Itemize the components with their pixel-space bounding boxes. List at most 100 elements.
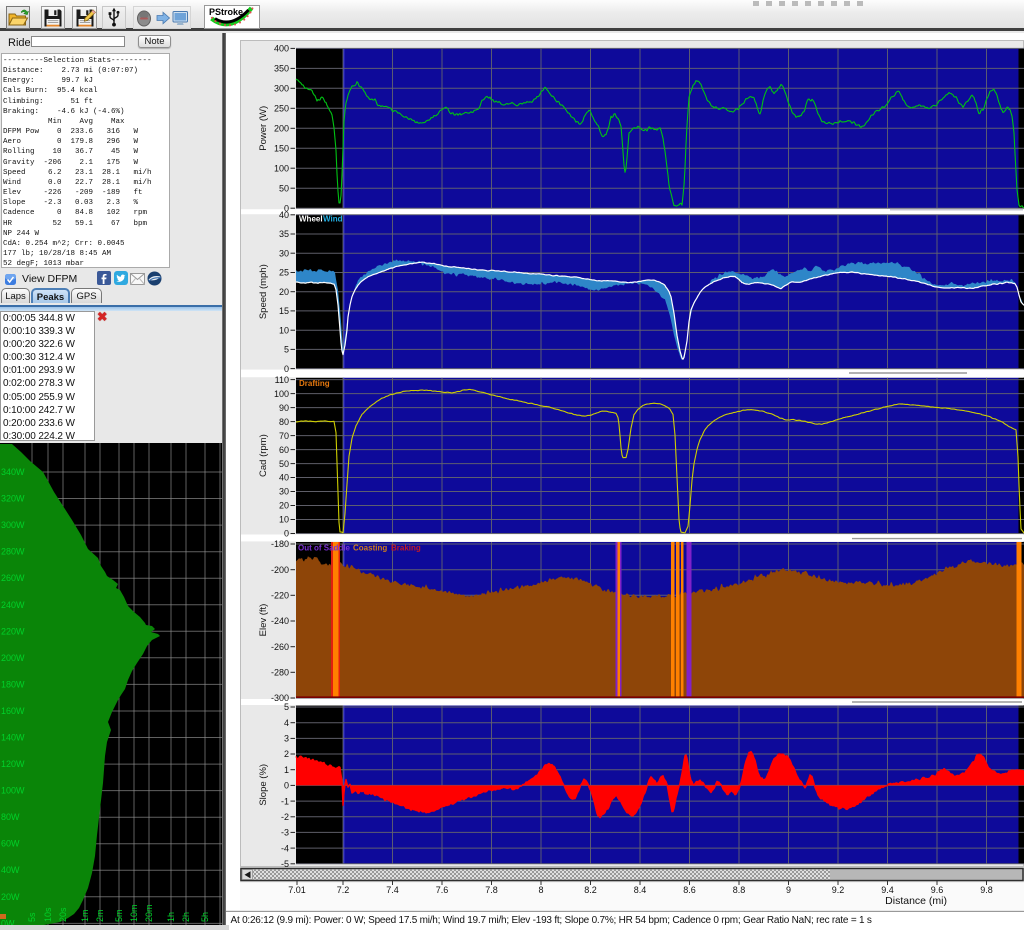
svg-text:4: 4 <box>284 718 289 728</box>
svg-text:5m: 5m <box>114 909 124 922</box>
svg-text:50: 50 <box>279 183 289 193</box>
svg-text:180W: 180W <box>1 679 25 689</box>
svg-text:-4: -4 <box>281 843 289 853</box>
svg-text:280W: 280W <box>1 547 25 557</box>
svg-text:0: 0 <box>284 364 289 374</box>
svg-text:40: 40 <box>279 210 289 220</box>
svg-text:-200: -200 <box>271 565 289 575</box>
svg-text:2h: 2h <box>181 912 191 922</box>
svg-text:0: 0 <box>284 781 289 791</box>
svg-text:-280: -280 <box>271 668 289 678</box>
svg-text:240W: 240W <box>1 600 25 610</box>
svg-text:35: 35 <box>279 229 289 239</box>
svg-text:100: 100 <box>274 389 289 399</box>
svg-text:5: 5 <box>284 345 289 355</box>
svg-text:320W: 320W <box>1 494 25 504</box>
svg-text:8.2: 8.2 <box>584 885 597 895</box>
svg-text:Speed (mph): Speed (mph) <box>258 264 269 319</box>
svg-text:20s: 20s <box>58 907 68 922</box>
svg-text:20W: 20W <box>1 892 20 902</box>
svg-text:7.6: 7.6 <box>436 885 449 895</box>
svg-text:Wheel: Wheel <box>299 215 323 224</box>
svg-text:8.6: 8.6 <box>683 885 696 895</box>
svg-text:Out of Saddle: Out of Saddle <box>298 544 351 553</box>
svg-text:80W: 80W <box>1 812 20 822</box>
svg-text:5h: 5h <box>200 912 210 922</box>
svg-text:1m: 1m <box>80 909 90 922</box>
svg-text:2m: 2m <box>95 909 105 922</box>
svg-text:Wind: Wind <box>323 215 343 224</box>
svg-text:10: 10 <box>279 515 289 525</box>
svg-text:300W: 300W <box>1 520 25 530</box>
svg-text:40: 40 <box>279 473 289 483</box>
svg-text:220W: 220W <box>1 626 25 636</box>
svg-text:2: 2 <box>284 749 289 759</box>
svg-text:-1: -1 <box>281 796 289 806</box>
svg-text:5s: 5s <box>27 912 37 922</box>
svg-text:1h: 1h <box>166 912 176 922</box>
svg-text:10: 10 <box>279 325 289 335</box>
svg-text:7.01: 7.01 <box>288 885 306 895</box>
svg-text:9.4: 9.4 <box>881 885 894 895</box>
svg-text:250: 250 <box>274 104 289 114</box>
svg-text:3: 3 <box>284 734 289 744</box>
svg-text:200: 200 <box>274 124 289 134</box>
svg-text:90: 90 <box>279 403 289 413</box>
svg-text:70: 70 <box>279 431 289 441</box>
svg-text:-3: -3 <box>281 828 289 838</box>
svg-text:Braking: Braking <box>391 544 421 553</box>
svg-text:100: 100 <box>274 163 289 173</box>
svg-text:8.8: 8.8 <box>733 885 746 895</box>
svg-text:Drafting: Drafting <box>299 379 330 388</box>
svg-text:0: 0 <box>284 529 289 539</box>
svg-text:1: 1 <box>284 765 289 775</box>
svg-text:PStroke: PStroke <box>209 7 243 17</box>
svg-text:350: 350 <box>274 64 289 74</box>
svg-text:-260: -260 <box>271 642 289 652</box>
svg-text:Slope (%): Slope (%) <box>258 764 269 806</box>
svg-text:8: 8 <box>538 885 543 895</box>
svg-text:120W: 120W <box>1 759 25 769</box>
svg-text:140W: 140W <box>1 733 25 743</box>
svg-text:9: 9 <box>786 885 791 895</box>
svg-text:15: 15 <box>279 306 289 316</box>
svg-text:-5: -5 <box>281 859 289 869</box>
svg-text:200W: 200W <box>1 653 25 663</box>
svg-text:160W: 160W <box>1 706 25 716</box>
svg-text:60W: 60W <box>1 839 20 849</box>
svg-text:Power (W): Power (W) <box>258 106 269 151</box>
svg-text:7.8: 7.8 <box>485 885 498 895</box>
svg-text:Coasting: Coasting <box>353 544 387 553</box>
svg-text:340W: 340W <box>1 467 25 477</box>
svg-text:20m: 20m <box>144 904 154 922</box>
svg-text:10m: 10m <box>129 904 139 922</box>
svg-text:30: 30 <box>279 248 289 258</box>
svg-text:7.2: 7.2 <box>337 885 350 895</box>
svg-text:Distance (mi): Distance (mi) <box>885 895 947 907</box>
svg-text:-220: -220 <box>271 591 289 601</box>
svg-text:7.4: 7.4 <box>386 885 399 895</box>
svg-text:Elev (ft): Elev (ft) <box>258 604 269 637</box>
svg-text:9.2: 9.2 <box>832 885 845 895</box>
svg-text:-240: -240 <box>271 616 289 626</box>
svg-text:400: 400 <box>274 44 289 54</box>
svg-text:9.6: 9.6 <box>931 885 944 895</box>
svg-text:60: 60 <box>279 445 289 455</box>
svg-text:9.8: 9.8 <box>980 885 993 895</box>
svg-text:80: 80 <box>279 417 289 427</box>
svg-text:260W: 260W <box>1 573 25 583</box>
svg-text:20: 20 <box>279 287 289 297</box>
svg-text:30: 30 <box>279 487 289 497</box>
svg-text:110: 110 <box>275 375 289 385</box>
svg-text:50: 50 <box>279 459 289 469</box>
svg-text:5: 5 <box>284 702 289 712</box>
svg-text:40W: 40W <box>1 865 20 875</box>
svg-text:300: 300 <box>274 84 289 94</box>
svg-text:-2: -2 <box>281 812 289 822</box>
svg-text:100W: 100W <box>1 786 25 796</box>
svg-text:10s: 10s <box>43 907 53 922</box>
svg-text:Cad (rpm): Cad (rpm) <box>258 434 269 477</box>
svg-text:8.4: 8.4 <box>634 885 647 895</box>
svg-text:150: 150 <box>274 144 289 154</box>
svg-text:20: 20 <box>279 501 289 511</box>
